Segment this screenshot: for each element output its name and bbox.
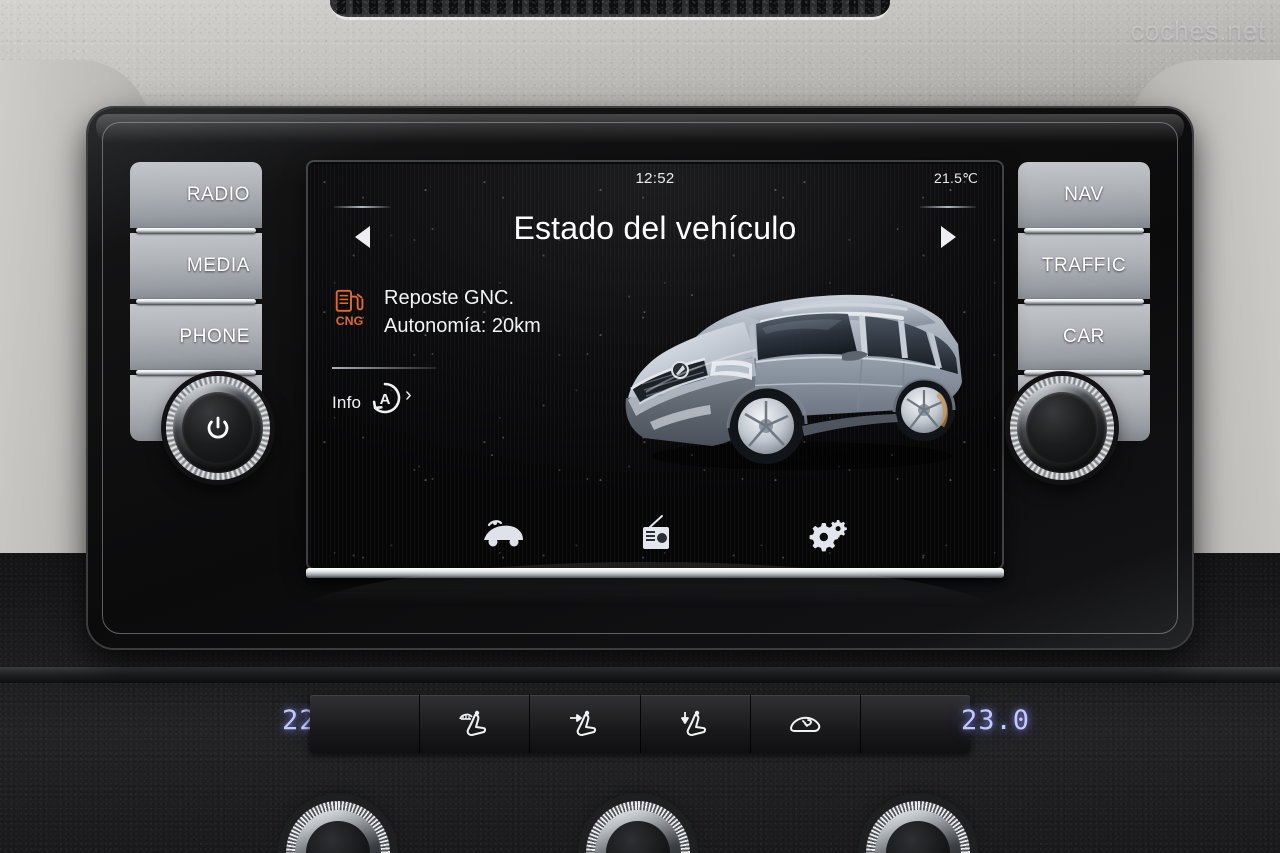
climate-control-panel: 22.0 — [0, 683, 1280, 765]
dashboard-scene: coches.net RADIO MEDIA PHONE VOICE NAV — [0, 0, 1280, 853]
message-text: Reposte GNC. Autonomía: 20km — [384, 284, 541, 341]
traffic-button[interactable]: TRAFFIC — [1018, 228, 1150, 299]
cng-fuel-icon: CNG — [336, 289, 364, 328]
info-label: Info — [332, 393, 362, 412]
passenger-temperature-display: 23.0 — [960, 705, 1030, 736]
outside-temperature: 21.5℃ — [934, 170, 978, 186]
chevron-right-icon: › — [405, 384, 412, 406]
screen-function-bar — [310, 514, 1000, 552]
media-button[interactable]: MEDIA — [130, 228, 262, 299]
message-line-2: Autonomía: 20km — [384, 315, 541, 338]
recirculation-car-icon — [790, 716, 821, 732]
nav-button[interactable]: NAV — [1018, 162, 1150, 228]
phone-button[interactable]: PHONE — [130, 299, 262, 370]
status-bar: 12:52 21.5℃ — [310, 170, 1000, 194]
start-stop-info-row[interactable]: Info A › — [328, 367, 436, 419]
passenger-knob-face — [886, 821, 950, 853]
footwell-vent-seat-icon — [681, 710, 707, 736]
tuning-knob[interactable] — [1010, 376, 1114, 480]
watermark: coches.net — [1130, 16, 1266, 46]
climate-blank-left[interactable] — [310, 695, 421, 753]
touchscreen-display[interactable]: 12:52 21.5℃ Estado del vehículo CNG Repo… — [310, 164, 1000, 566]
power-knob-face — [182, 392, 254, 464]
radio-icon[interactable] — [632, 514, 678, 552]
car-button[interactable]: CAR — [1018, 299, 1150, 370]
svg-text:A: A — [380, 391, 391, 408]
console-trim-ledge — [0, 667, 1280, 683]
air-recirculation-button[interactable] — [750, 695, 861, 753]
settings-gears-icon[interactable] — [804, 514, 850, 552]
windscreen-vent — [330, 0, 890, 20]
fan-knob-face — [606, 821, 670, 853]
climate-blank-right[interactable] — [860, 695, 971, 753]
face-vent-seat-icon — [569, 710, 597, 736]
message-line-1: Reposte GNC. — [384, 287, 515, 309]
dashboard-top-pad — [0, 0, 1280, 118]
defrost-seat-button[interactable] — [420, 695, 531, 753]
footwell-vent-button[interactable] — [640, 695, 751, 753]
clock: 12:52 — [635, 170, 675, 187]
media-button-label: MEDIA — [186, 255, 250, 276]
driver-knob-face — [306, 821, 370, 853]
vehicle-illustration — [625, 294, 962, 470]
display-chrome-lip — [306, 568, 1004, 578]
vehicle-status-icon[interactable] — [480, 514, 526, 552]
climate-button-strip — [310, 695, 971, 753]
radio-button[interactable]: RADIO — [130, 162, 262, 228]
start-stop-auto-icon: A — [372, 382, 401, 414]
infotainment-head-unit: RADIO MEDIA PHONE VOICE NAV TRAFFIC CAR — [88, 108, 1192, 648]
nav-button-label: NAV — [1064, 184, 1104, 205]
power-icon — [207, 416, 229, 439]
phone-button-label: PHONE — [179, 326, 250, 347]
power-volume-knob[interactable] — [166, 376, 270, 480]
face-vent-button[interactable] — [530, 695, 641, 753]
traffic-button-label: TRAFFIC — [1041, 255, 1127, 276]
tuning-knob-face — [1026, 392, 1098, 464]
svg-text:CNG: CNG — [336, 314, 364, 328]
vehicle-status-message: CNG Reposte GNC. Autonomía: 20km — [334, 284, 541, 341]
page-title: Estado del vehículo — [513, 210, 797, 246]
radio-button-label: RADIO — [186, 184, 250, 205]
car-button-label: CAR — [1063, 326, 1105, 347]
defrost-seat-icon — [458, 710, 486, 736]
